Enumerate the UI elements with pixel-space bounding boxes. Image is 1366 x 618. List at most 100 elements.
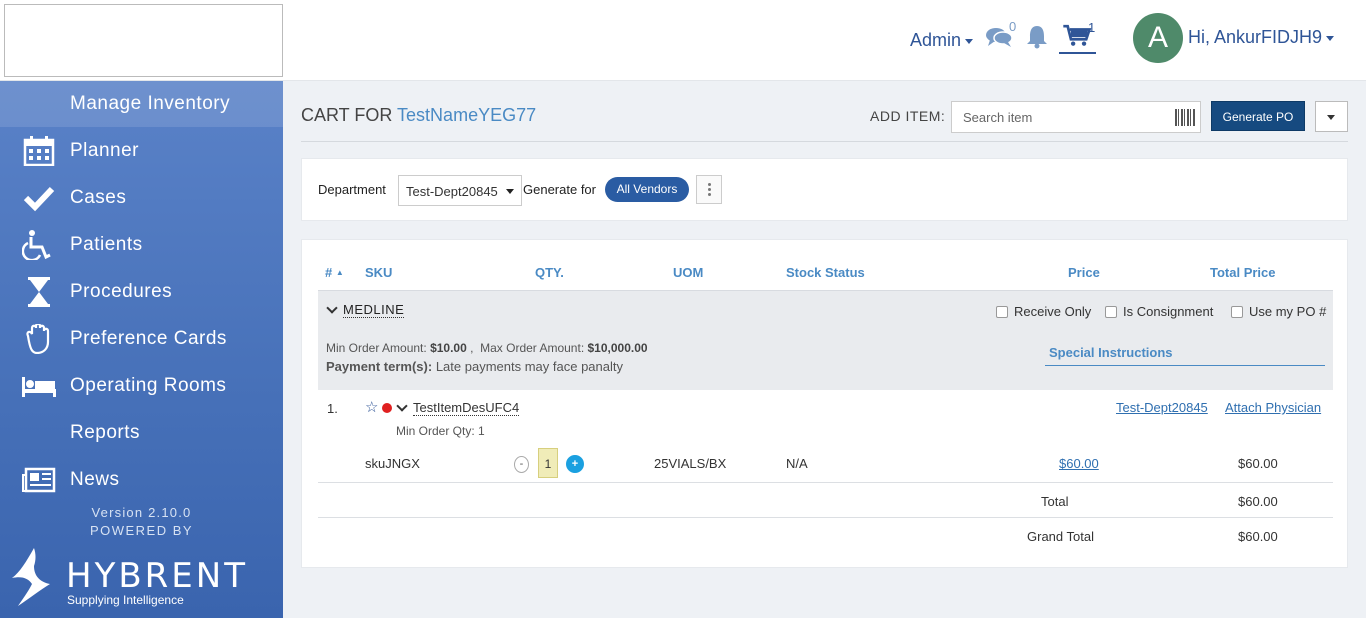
- checkmark-icon: [23, 186, 55, 212]
- cart-count: 1: [1088, 20, 1096, 35]
- cart-title-prefix: CART FOR: [301, 105, 393, 125]
- cart-table-panel: # ▲ SKU QTY. UOM Stock Status Price Tota…: [301, 239, 1348, 568]
- calendar-icon: [23, 136, 55, 166]
- grand-total-value: $60.00: [1238, 529, 1278, 544]
- item-total-price: $60.00: [1238, 456, 1278, 471]
- sidebar-item-label: News: [70, 469, 120, 490]
- increase-qty-button[interactable]: +: [566, 455, 584, 473]
- brand-name: HYBRENT: [66, 556, 248, 596]
- generate-po-dropdown-button[interactable]: [1315, 101, 1348, 132]
- department-link[interactable]: Test-Dept20845: [1116, 400, 1208, 415]
- sidebar: Manage Inventory Planner Cases Patients …: [0, 81, 283, 618]
- order-amount-limits: Min Order Amount: $10.00 , Max Order Amo…: [326, 341, 648, 355]
- sidebar-item-label: Reports: [70, 422, 141, 443]
- is-consignment-checkbox[interactable]: Is Consignment: [1105, 304, 1213, 319]
- wheelchair-icon: [22, 230, 51, 260]
- sort-asc-icon: ▲: [335, 268, 344, 277]
- admin-menu[interactable]: Admin: [910, 30, 974, 51]
- chat-count: 0: [1009, 19, 1017, 34]
- filter-panel: Department Test-Dept20845 Generate for A…: [301, 158, 1348, 221]
- divider: [318, 482, 1333, 483]
- sidebar-item-patients[interactable]: Patients: [0, 222, 283, 268]
- sidebar-item-preference-cards[interactable]: Preference Cards: [0, 316, 283, 362]
- sidebar-item-planner[interactable]: Planner: [0, 128, 283, 174]
- checkbox-box: [1105, 306, 1117, 318]
- column-header-total-price[interactable]: Total Price: [1210, 265, 1276, 280]
- hybrent-logo: HYBRENT Supplying Intelligence: [12, 548, 245, 613]
- barcode-icon[interactable]: [1175, 109, 1195, 126]
- cart-owner-name: TestNameYEG77: [397, 105, 537, 125]
- checkbox-box: [996, 306, 1008, 318]
- top-bar: Admin 0 1 A Hi, AnkurFIDJH9: [0, 0, 1366, 81]
- column-header-stock-status[interactable]: Stock Status: [786, 265, 865, 280]
- column-header-qty[interactable]: QTY.: [535, 265, 564, 280]
- divider: [301, 141, 1348, 142]
- chevron-down-icon[interactable]: [396, 400, 408, 412]
- sidebar-item-operating-rooms[interactable]: Operating Rooms: [0, 363, 283, 409]
- logo-image[interactable]: [4, 4, 283, 77]
- item-uom: 25VIALS/BX: [654, 456, 727, 471]
- item-sku: skuJNGX: [365, 456, 420, 471]
- hourglass-icon: [28, 277, 50, 307]
- receive-only-checkbox[interactable]: Receive Only: [996, 304, 1091, 319]
- sidebar-item-label: Procedures: [70, 281, 173, 302]
- search-item-field: [951, 101, 1201, 133]
- row-number: 1.: [327, 401, 338, 416]
- chevron-down-icon: [965, 38, 974, 44]
- chevron-down-icon: [506, 189, 514, 194]
- user-greeting: Hi, AnkurFIDJH9: [1188, 27, 1323, 47]
- main-content: CART FOR TestNameYEG77 ADD ITEM: Generat…: [283, 81, 1366, 618]
- grand-total-label: Grand Total: [1027, 529, 1094, 544]
- total-label: Total: [1041, 494, 1069, 509]
- sidebar-item-manage-inventory[interactable]: Manage Inventory: [0, 81, 283, 127]
- sidebar-item-procedures[interactable]: Procedures: [0, 269, 283, 315]
- newspaper-icon: [22, 467, 56, 493]
- vendor-group-header: MEDLINE Receive Only Is Consignment Use …: [318, 290, 1333, 390]
- divider: [318, 517, 1333, 518]
- bell-icon[interactable]: [1026, 25, 1048, 49]
- vendor-name[interactable]: MEDLINE: [343, 302, 405, 318]
- stock-alert-dot: [382, 403, 392, 413]
- total-value: $60.00: [1238, 494, 1278, 509]
- item-name-link[interactable]: TestItemDesUFC4: [413, 400, 520, 416]
- item-price-link[interactable]: $60.00: [1059, 456, 1099, 471]
- bed-icon: [22, 377, 56, 397]
- sidebar-item-label: Cases: [70, 187, 127, 208]
- column-header-uom[interactable]: UOM: [673, 265, 703, 280]
- quantity-input[interactable]: 1: [538, 448, 558, 478]
- chevron-down-icon[interactable]: [326, 302, 338, 314]
- avatar[interactable]: A: [1133, 13, 1183, 63]
- department-label: Department: [318, 182, 386, 197]
- star-icon[interactable]: ☆: [365, 398, 378, 416]
- user-menu[interactable]: Hi, AnkurFIDJH9: [1188, 27, 1335, 48]
- brand-tagline: Supplying Intelligence: [67, 593, 184, 607]
- all-vendors-pill[interactable]: All Vendors: [605, 177, 689, 202]
- column-header-sku[interactable]: SKU: [365, 265, 392, 280]
- more-options-icon[interactable]: [696, 175, 722, 204]
- attach-physician-link[interactable]: Attach Physician: [1225, 400, 1321, 415]
- add-item-label: ADD ITEM:: [870, 108, 946, 124]
- chevron-down-icon: [1326, 35, 1335, 41]
- sidebar-item-label: Preference Cards: [70, 328, 227, 349]
- page-title: CART FOR TestNameYEG77: [301, 105, 536, 126]
- generate-po-button[interactable]: Generate PO: [1211, 101, 1305, 131]
- sidebar-item-label: Patients: [70, 234, 143, 255]
- department-value: Test-Dept20845: [406, 184, 498, 199]
- sidebar-item-news[interactable]: News: [0, 457, 283, 503]
- column-header-number[interactable]: # ▲: [325, 265, 344, 280]
- version-text: Version 2.10.0: [91, 505, 192, 520]
- checkbox-box: [1231, 306, 1243, 318]
- payment-terms: Payment term(s): Late payments may face …: [326, 359, 623, 374]
- column-header-price[interactable]: Price: [1068, 265, 1100, 280]
- use-my-po-checkbox[interactable]: Use my PO #: [1231, 304, 1326, 319]
- min-order-qty: Min Order Qty: 1: [396, 424, 485, 438]
- decrease-qty-button[interactable]: -: [514, 456, 529, 473]
- sidebar-item-cases[interactable]: Cases: [0, 175, 283, 221]
- item-stock-status: N/A: [786, 456, 808, 471]
- sidebar-item-label: Manage Inventory: [70, 93, 231, 114]
- search-input[interactable]: [952, 102, 1162, 132]
- sidebar-item-reports[interactable]: Reports: [0, 410, 283, 456]
- special-instructions-field[interactable]: Special Instructions: [1045, 345, 1325, 366]
- hand-icon: [26, 324, 50, 354]
- department-select[interactable]: Test-Dept20845: [398, 175, 522, 206]
